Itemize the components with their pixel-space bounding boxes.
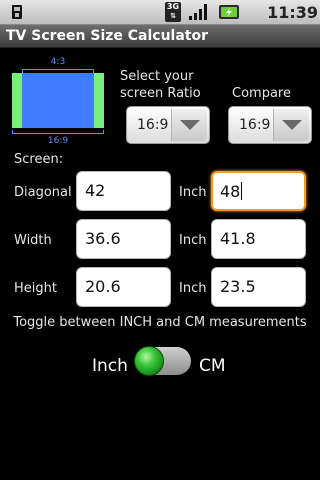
toggle-inch-label: Inch: [92, 356, 128, 376]
diagonal-unit-label: Inch: [179, 185, 207, 200]
diagonal-input[interactable]: 42: [76, 171, 171, 211]
unit-toggle-knob[interactable]: [134, 346, 164, 376]
ratio-preview-top-label: 4:3: [50, 57, 66, 67]
height-label: Height: [14, 281, 57, 296]
ratio-selector-label-line1: Select your: [120, 69, 194, 84]
ratio-selector-label-line2: screen Ratio: [120, 86, 201, 101]
ratio-spinner-value: 16:9: [137, 117, 169, 133]
ratio-spinner[interactable]: 16:9: [126, 106, 210, 144]
width-label: Width: [14, 233, 52, 248]
compare-spinner-value: 16:9: [239, 117, 271, 133]
usb-icon: [12, 5, 22, 19]
status-bar: 3G ⇅ 11:39 PM: [0, 0, 320, 42]
diagonal-label: Diagonal: [14, 185, 72, 200]
ratio-preview-bottom-guide: [12, 130, 104, 134]
width-input[interactable]: 36.6: [76, 219, 171, 259]
signal-icon: [189, 4, 207, 20]
compare-spinner[interactable]: 16:9: [228, 106, 312, 144]
data-activity-arrows-icon: ⇅: [170, 12, 176, 20]
compare-width-input[interactable]: 41.8: [211, 219, 306, 259]
compare-diagonal-value: 48: [220, 182, 241, 201]
height-input[interactable]: 20.6: [76, 267, 171, 307]
toggle-cm-label: CM: [199, 356, 226, 376]
toggle-hint: Toggle between INCH and CM measurements: [13, 315, 307, 330]
app-title: TV Screen Size Calculator: [6, 28, 209, 44]
ratio-preview-inner: [22, 73, 94, 128]
height-unit-label: Inch: [179, 281, 207, 296]
network-type-label: 3G: [166, 2, 180, 11]
compare-spinner-button[interactable]: [273, 109, 309, 141]
width-unit-label: Inch: [179, 233, 207, 248]
chevron-down-icon: [282, 120, 302, 130]
battery-charging-icon: [219, 5, 239, 19]
clock: 11:39 PM: [267, 3, 318, 42]
compare-selector-label: Compare: [232, 86, 291, 101]
compare-height-input[interactable]: 23.5: [211, 267, 306, 307]
compare-diagonal-input[interactable]: 48: [211, 171, 306, 211]
chevron-down-icon: [180, 120, 200, 130]
network-3g-icon: 3G ⇅: [165, 2, 181, 22]
text-cursor: [241, 182, 243, 200]
screen-section-label: Screen:: [14, 152, 64, 167]
ratio-spinner-button[interactable]: [171, 109, 207, 141]
title-bar: TV Screen Size Calculator: [0, 25, 320, 48]
ratio-preview-bottom-label: 16:9: [47, 136, 69, 146]
